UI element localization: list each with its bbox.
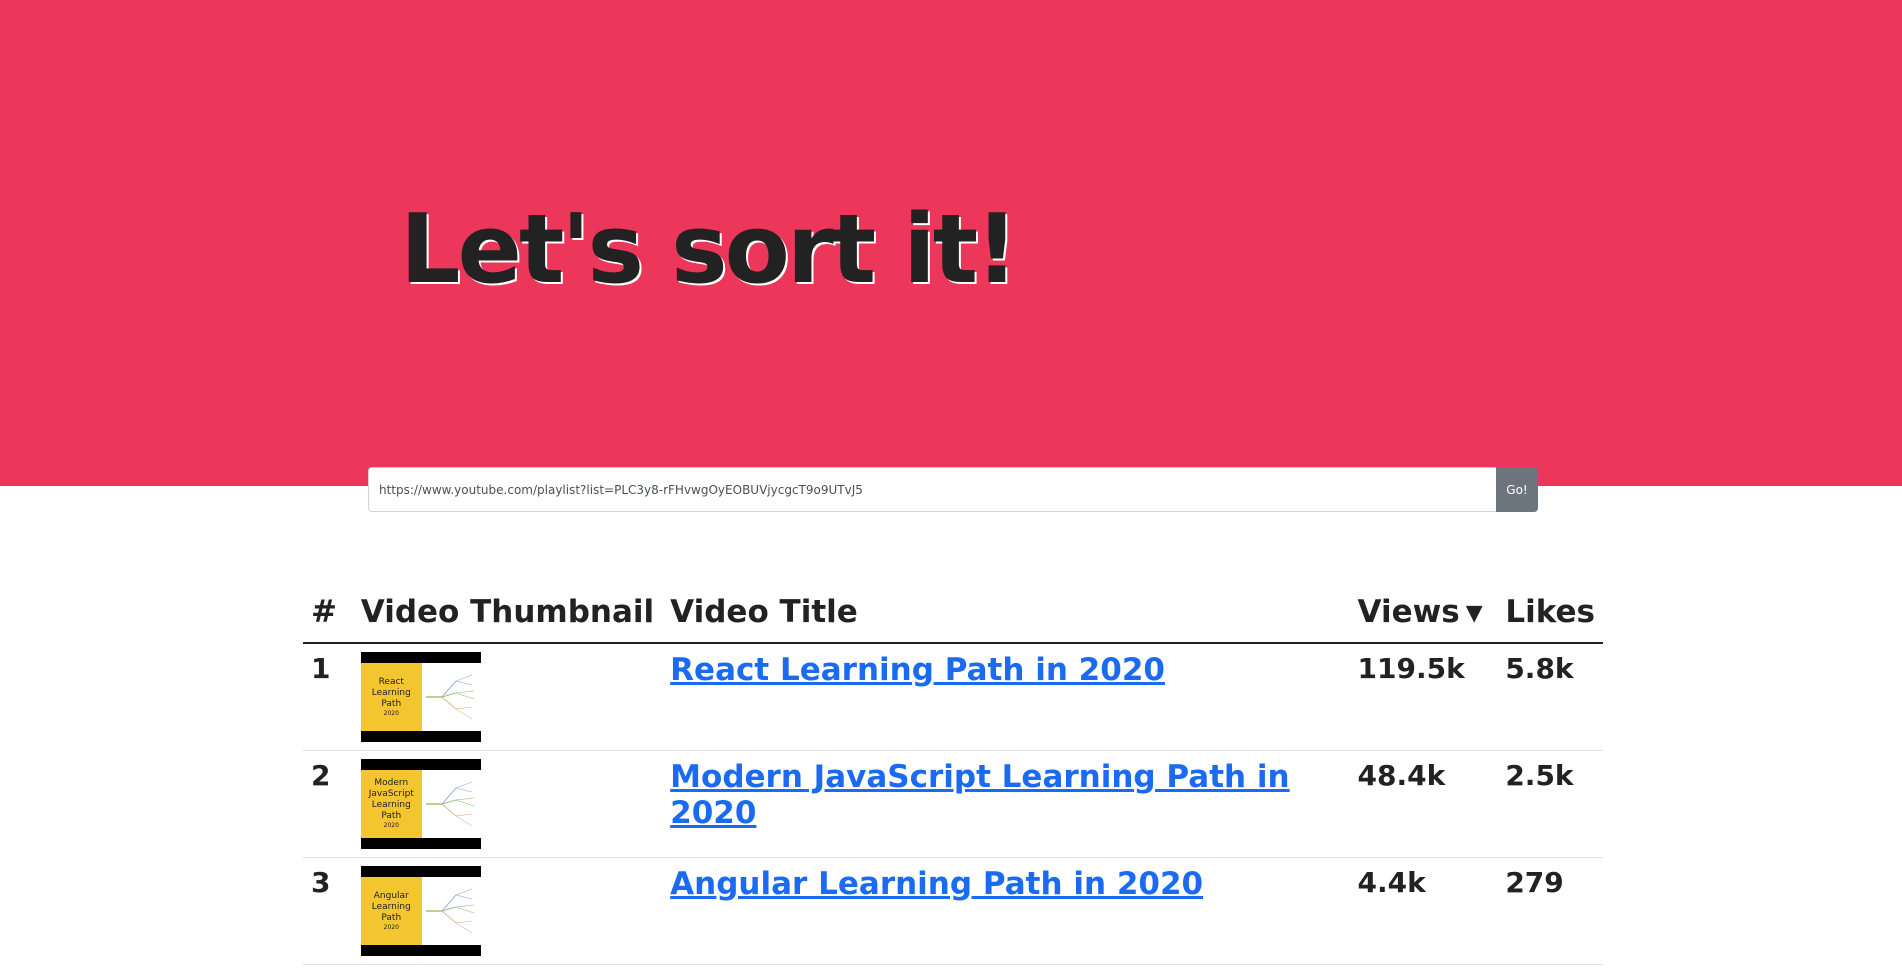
hero-banner: Let's sort it! — [0, 0, 1902, 486]
thumbnail-caption: Modern JavaScript Learning Path 2020 — [360, 770, 422, 838]
views-cell: 119.5k — [1357, 652, 1465, 685]
mind-map-graphic — [421, 877, 481, 945]
mind-map-graphic — [421, 770, 481, 838]
video-thumbnail[interactable]: Angular Learning Path 2020 — [360, 866, 481, 956]
thumbnail-image: Angular Learning Path 2020 — [360, 877, 481, 945]
thumbnail-cell: Modern JavaScript Learning Path 2020 — [353, 751, 662, 858]
thumbnail-text: 2020 — [383, 709, 399, 717]
playlist-search-bar: Go! — [368, 467, 1538, 512]
thumbnail-image: React Learning Path 2020 — [360, 663, 481, 731]
thumbnail-caption: Angular Learning Path 2020 — [360, 877, 422, 945]
column-header-views[interactable]: Views ▼ — [1349, 580, 1498, 644]
video-title-link[interactable]: Modern JavaScript Learning Path in 2020 — [670, 759, 1289, 831]
mind-map-graphic — [421, 663, 481, 731]
views-cell: 4.4k — [1357, 866, 1426, 899]
thumbnail-text: Modern — [374, 778, 409, 788]
thumbnail-text: Path — [381, 811, 402, 821]
column-header-likes[interactable]: Likes — [1497, 580, 1603, 644]
thumbnail-text: Angular — [373, 890, 409, 901]
thumbnail-cell: React Learning Path 2020 — [353, 643, 662, 751]
row-number: 3 — [311, 866, 331, 899]
video-title-link[interactable]: Angular Learning Path in 2020 — [670, 866, 1203, 902]
sort-descending-icon[interactable]: ▼ — [1466, 601, 1483, 626]
column-header-title: Video Title — [662, 580, 1350, 644]
thumbnail-text: Learning — [371, 687, 411, 698]
views-cell: 48.4k — [1357, 759, 1446, 792]
title-cell: React Learning Path in 2020 — [662, 643, 1349, 751]
video-thumbnail[interactable]: React Learning Path 2020 — [360, 652, 481, 742]
column-header-number: # — [303, 580, 353, 644]
video-thumbnail[interactable]: Modern JavaScript Learning Path 2020 — [360, 759, 481, 849]
table-row: 3 Angular Learning Path 2020 Angular Lea… — [303, 858, 1603, 965]
thumbnail-image: Modern JavaScript Learning Path 2020 — [360, 770, 481, 838]
likes-cell: 279 — [1505, 866, 1564, 899]
thumbnail-text: Learning — [371, 800, 411, 810]
table-header-row: # Video Thumbnail Video Title Views ▼ Lik… — [303, 580, 1603, 644]
title-cell: Angular Learning Path in 2020 — [662, 858, 1349, 965]
thumbnail-text: JavaScript — [368, 789, 414, 799]
videos-table-container: # Video Thumbnail Video Title Views ▼ Lik… — [303, 580, 1603, 965]
thumbnail-text: Path — [381, 698, 402, 709]
video-title-link[interactable]: React Learning Path in 2020 — [670, 652, 1165, 688]
thumbnail-caption: React Learning Path 2020 — [360, 663, 422, 731]
playlist-url-input[interactable] — [368, 467, 1496, 512]
table-row: 2 Modern JavaScript Learning Path 2020 M… — [303, 751, 1603, 858]
likes-cell: 2.5k — [1505, 759, 1574, 792]
likes-cell: 5.8k — [1505, 652, 1574, 685]
title-cell: Modern JavaScript Learning Path in 2020 — [662, 751, 1349, 858]
thumbnail-text: React — [378, 676, 404, 687]
row-number: 1 — [311, 652, 331, 685]
table-row: 1 React Learning Path 2020 React Learnin… — [303, 643, 1603, 751]
thumbnail-text: 2020 — [383, 822, 399, 829]
row-number: 2 — [311, 759, 331, 792]
go-button[interactable]: Go! — [1496, 467, 1538, 512]
thumbnail-text: 2020 — [383, 923, 399, 931]
column-header-thumbnail: Video Thumbnail — [352, 580, 663, 644]
thumbnail-cell: Angular Learning Path 2020 — [353, 858, 662, 965]
column-header-views-label: Views — [1357, 594, 1460, 630]
thumbnail-text: Path — [381, 912, 402, 923]
page-title: Let's sort it! — [400, 195, 1019, 305]
videos-table: # Video Thumbnail Video Title Views ▼ Lik… — [303, 580, 1603, 965]
thumbnail-text: Learning — [371, 901, 411, 912]
